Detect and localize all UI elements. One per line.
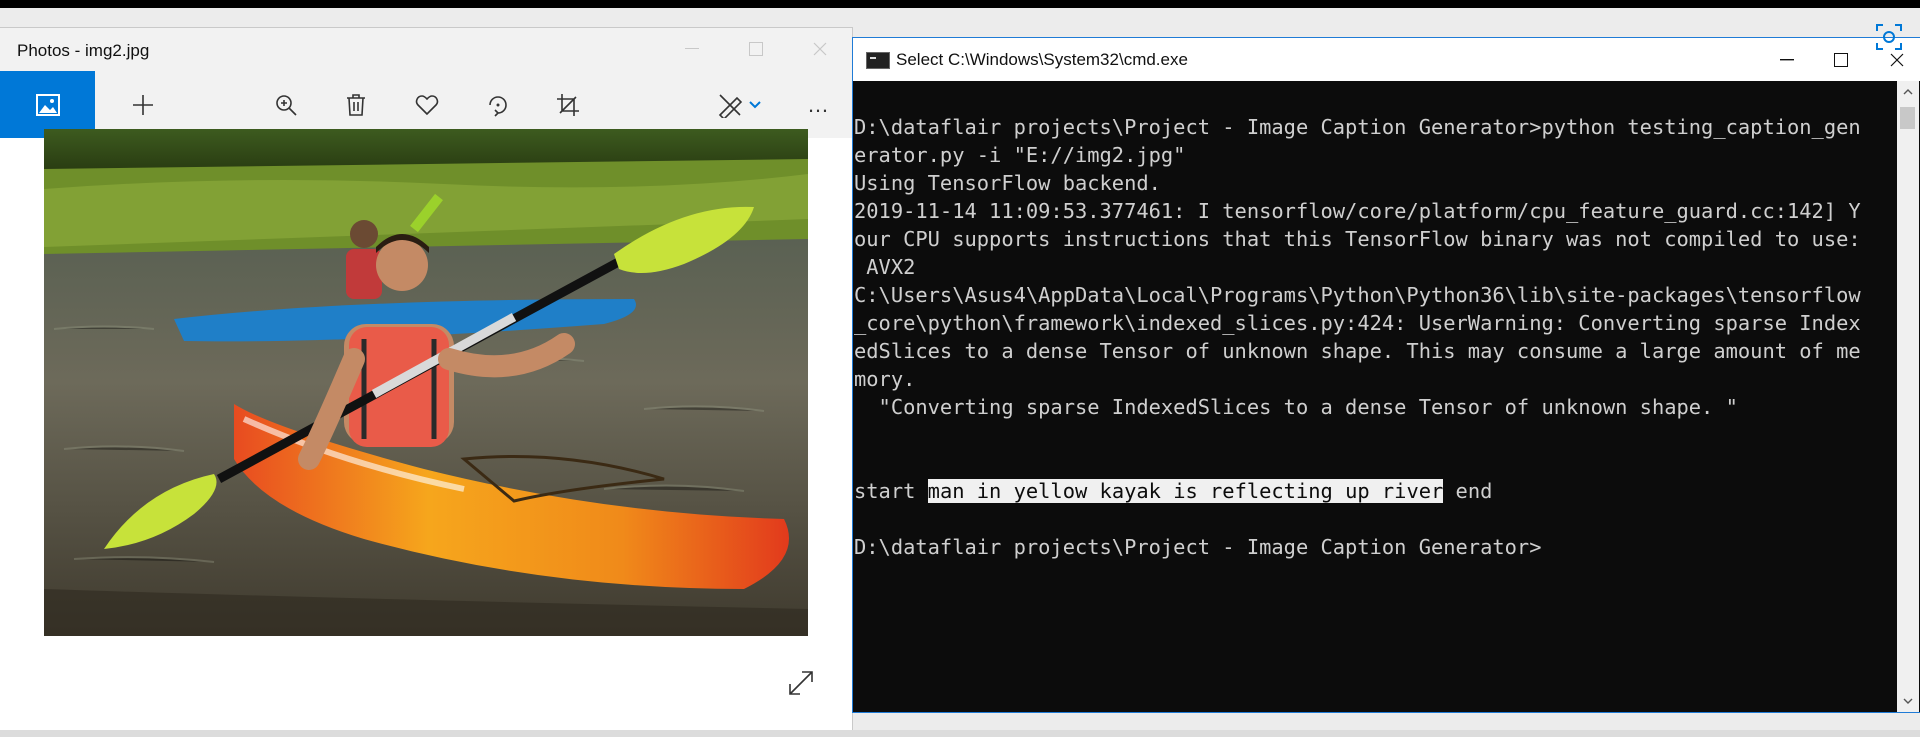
edit-create-button[interactable]	[704, 71, 774, 138]
scroll-up-button[interactable]	[1897, 81, 1919, 103]
console-line: our CPU supports instructions that this …	[854, 227, 1861, 251]
close-icon	[813, 42, 827, 56]
image-icon	[35, 93, 60, 116]
add-button[interactable]	[113, 71, 173, 138]
caption-suffix: end	[1443, 479, 1493, 503]
cmd-maximize-button[interactable]	[1813, 44, 1869, 76]
maximize-icon	[1834, 53, 1848, 67]
edit-icon	[718, 93, 743, 118]
zoom-in-icon	[276, 94, 297, 116]
minimize-icon	[685, 48, 699, 49]
more-icon: …	[807, 91, 829, 117]
photos-maximize-button[interactable]	[736, 34, 776, 64]
screen-capture-icon[interactable]	[1872, 20, 1906, 54]
scroll-thumb[interactable]	[1900, 107, 1915, 129]
photos-minimize-button[interactable]	[672, 34, 712, 64]
photos-window-title: Photos - img2.jpg	[17, 41, 150, 60]
screen-top-bar	[0, 0, 1920, 8]
view-image-button[interactable]	[0, 71, 95, 138]
caption-prefix: start	[854, 479, 928, 503]
console-output[interactable]: D:\dataflair projects\Project - Image Ca…	[854, 85, 1897, 701]
console-line: mory.	[854, 367, 916, 391]
cmd-window: Select C:\Windows\System32\cmd.exe D:\da…	[853, 38, 1920, 712]
expand-icon	[789, 671, 813, 695]
cmd-app-icon	[866, 52, 890, 69]
maximize-icon	[749, 42, 763, 56]
cmd-minimize-button[interactable]	[1759, 44, 1815, 76]
chevron-down-icon	[1903, 698, 1913, 704]
kayak-photo	[44, 129, 808, 636]
heart-icon	[415, 94, 439, 115]
console-line: "Converting sparse IndexedSlices to a de…	[854, 395, 1738, 419]
favorite-button[interactable]	[397, 71, 457, 138]
console-line: AVX2	[854, 255, 916, 279]
photos-close-button[interactable]	[800, 34, 840, 64]
crop-button[interactable]	[538, 71, 598, 138]
cmd-title-bar[interactable]: Select C:\Windows\System32\cmd.exe	[853, 38, 1920, 81]
desktop-strip	[0, 730, 1920, 737]
add-icon	[133, 94, 153, 115]
chevron-down-icon	[749, 100, 761, 108]
selected-caption[interactable]: man in yellow kayak is reflecting up riv…	[927, 479, 1444, 503]
console-line: 2019-11-14 11:09:53.377461: I tensorflow…	[854, 199, 1861, 223]
more-options-button[interactable]: …	[788, 71, 848, 138]
scroll-down-button[interactable]	[1897, 690, 1919, 712]
delete-button[interactable]	[326, 71, 386, 138]
console-line: erator.py -i "E://img2.jpg"	[854, 143, 1186, 167]
console-line: D:\dataflair projects\Project - Image Ca…	[854, 115, 1861, 139]
close-icon	[1890, 53, 1904, 67]
chevron-up-icon	[1903, 89, 1913, 95]
zoom-button[interactable]	[256, 71, 316, 138]
console-line: C:\Users\Asus4\AppData\Local\Programs\Py…	[854, 283, 1861, 307]
camera-icon	[1876, 24, 1902, 50]
console-line: edSlices to a dense Tensor of unknown sh…	[854, 339, 1861, 363]
rotate-button[interactable]	[468, 71, 528, 138]
console-line: _core\python\framework\indexed_slices.py…	[854, 311, 1861, 335]
minimize-icon	[1780, 59, 1794, 61]
rotate-icon	[489, 95, 507, 117]
fullscreen-button[interactable]	[786, 668, 816, 698]
cmd-window-title: Select C:\Windows\System32\cmd.exe	[896, 50, 1188, 69]
photos-title-bar[interactable]: Photos - img2.jpg	[0, 28, 852, 71]
console-prompt: D:\dataflair projects\Project - Image Ca…	[854, 535, 1542, 559]
photos-toolbar: …	[0, 71, 852, 138]
console-line: Using TensorFlow backend.	[854, 171, 1161, 195]
caption-result-line: start man in yellow kayak is reflecting …	[854, 477, 1897, 505]
delete-icon	[347, 93, 365, 116]
cmd-scrollbar[interactable]	[1897, 81, 1919, 712]
crop-icon	[557, 93, 579, 116]
